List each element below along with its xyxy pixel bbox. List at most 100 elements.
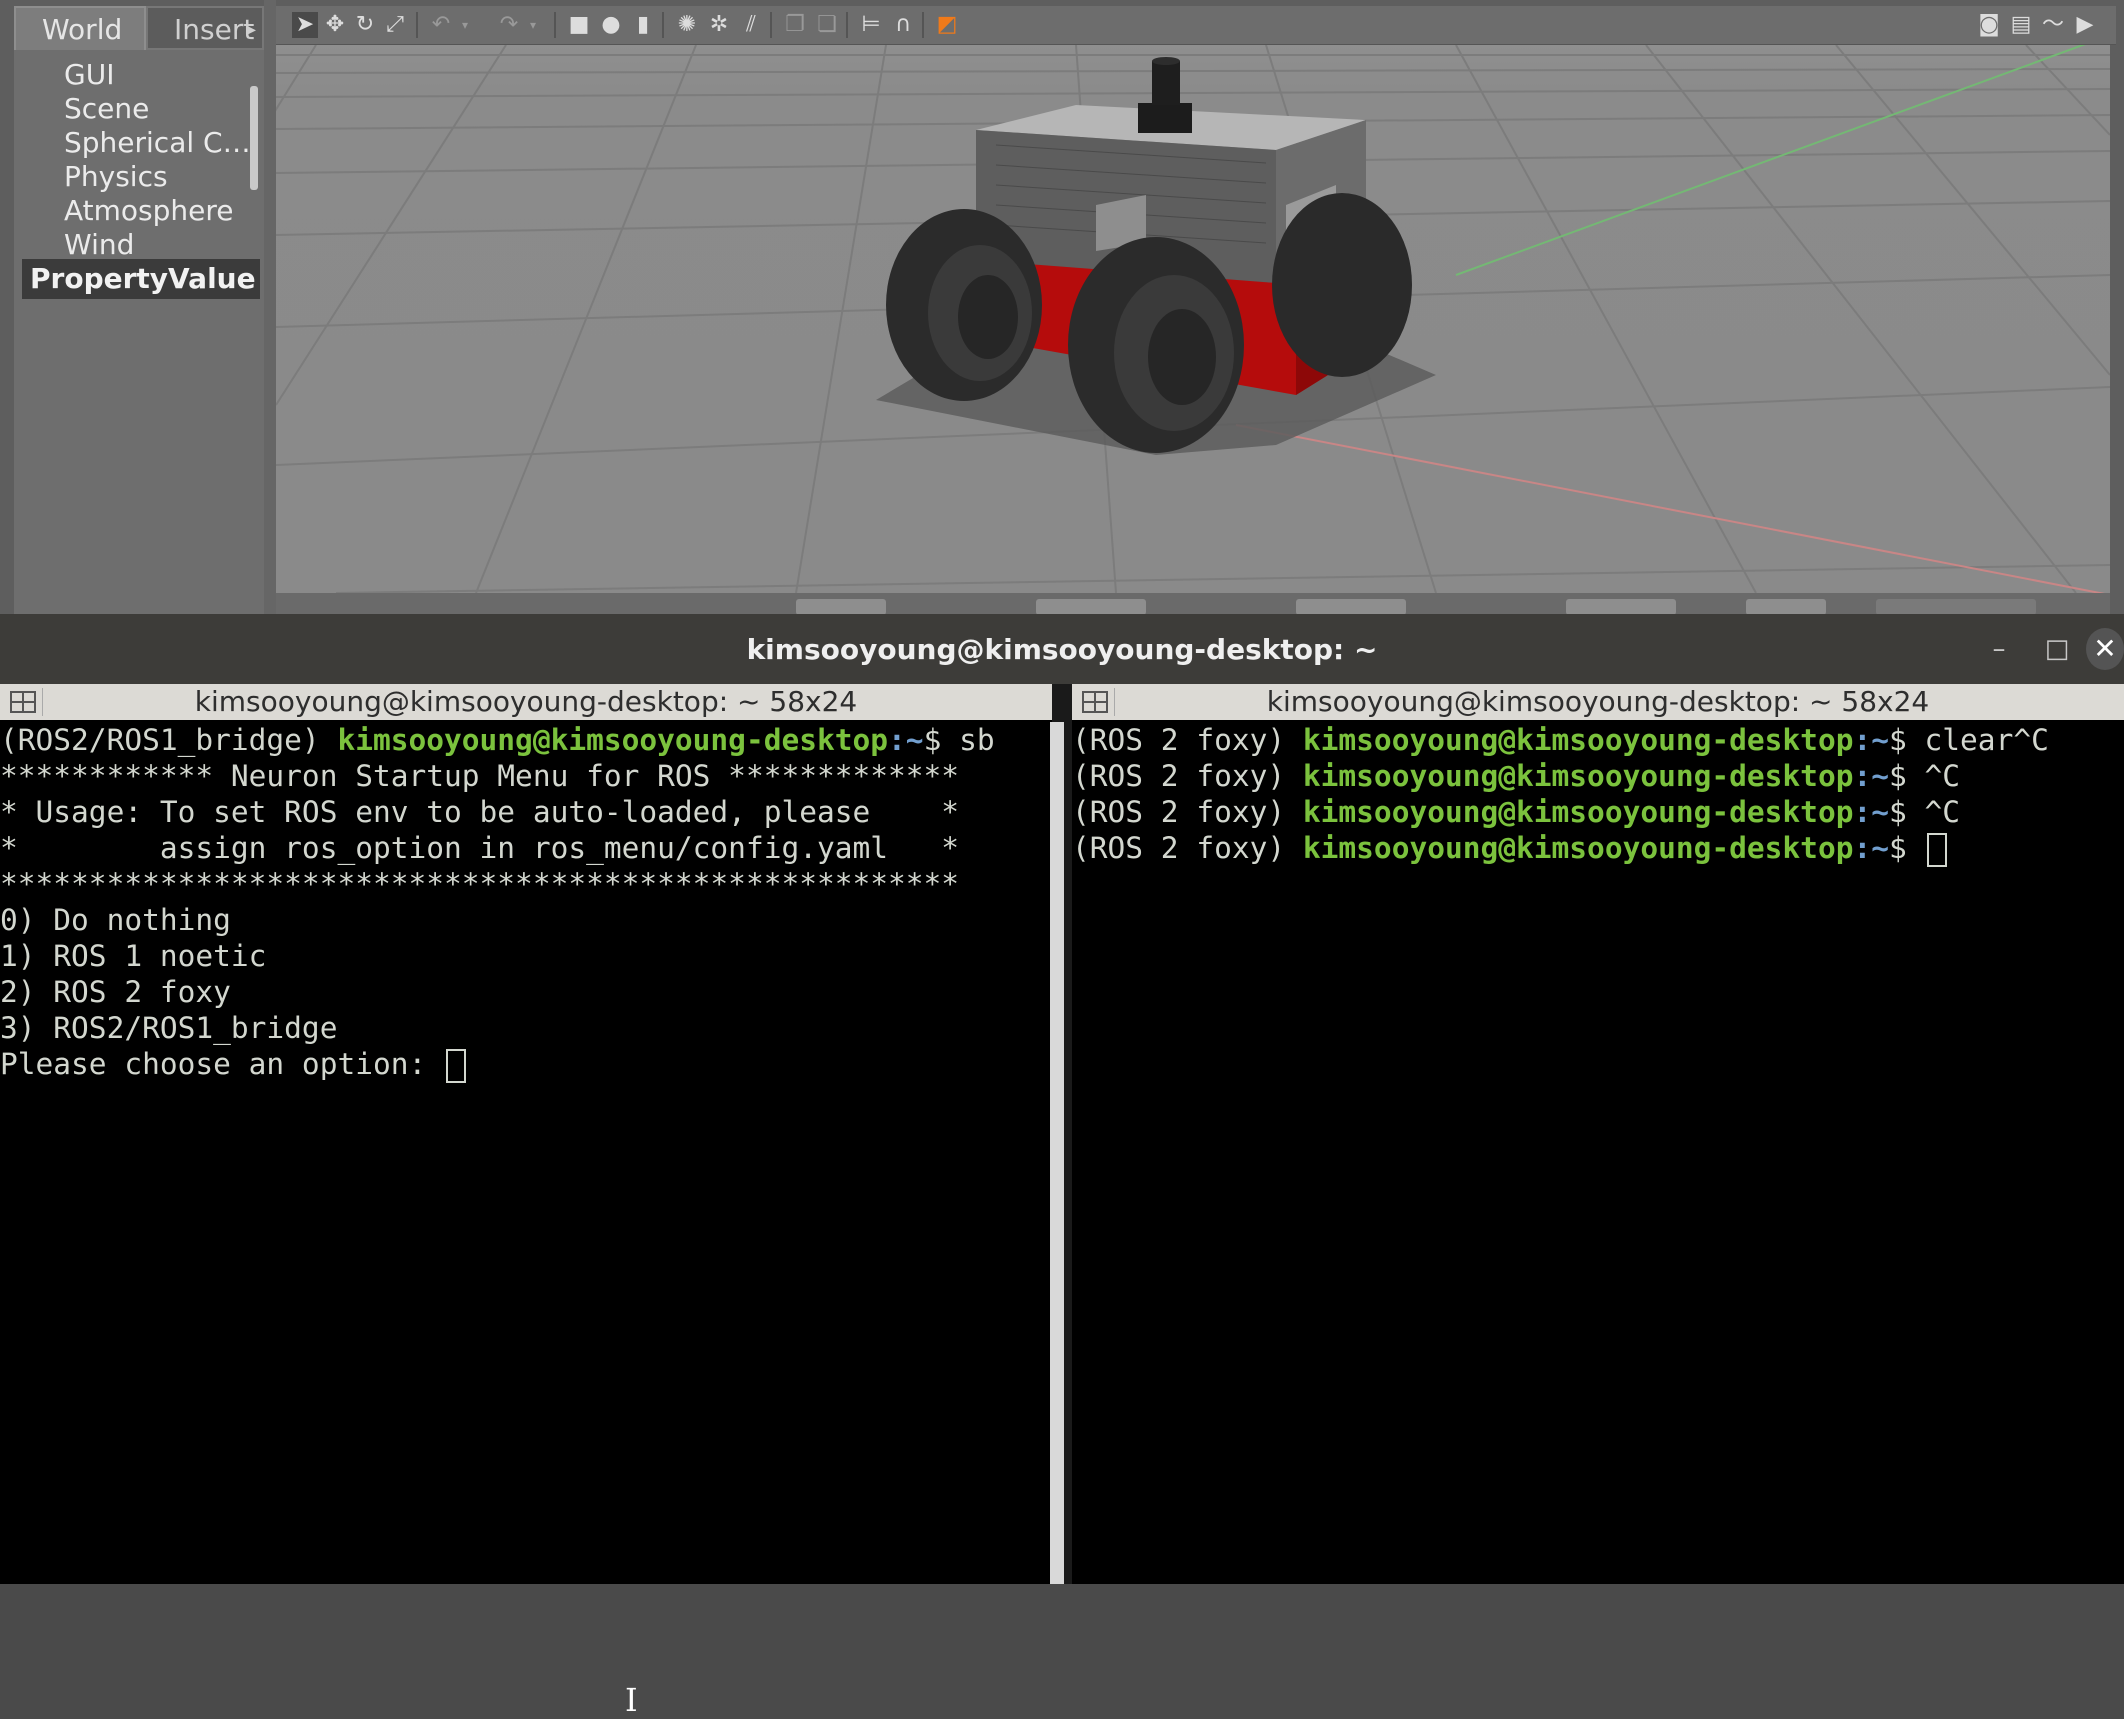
world-item-physics[interactable]: Physics bbox=[14, 160, 254, 194]
menu-line: ************ Neuron Startup Menu for ROS… bbox=[0, 759, 960, 793]
minimize-icon[interactable]: – bbox=[1978, 628, 2020, 670]
prompt-user: kimsooyoung@kimsooyoung-desktop bbox=[1302, 759, 1854, 793]
prompt-line: (ROS 2 foxy) kimsooyoung@kimsooyoung-des… bbox=[1072, 722, 2124, 758]
scene-render bbox=[276, 45, 2110, 593]
tab-insert[interactable]: Insert ▸ bbox=[146, 6, 264, 50]
pane-header-left[interactable]: kimsooyoung@kimsooyoung-desktop: ~ 58x24 bbox=[0, 684, 1052, 720]
time-field bbox=[1036, 599, 1146, 614]
scale-icon[interactable]: ⤢ bbox=[382, 12, 408, 38]
rotate-icon[interactable]: ↻ bbox=[352, 12, 378, 38]
ibeam-cursor-icon: I bbox=[625, 1681, 638, 1719]
world-panel: World Insert ▸ GUI Scene Spherical C… Phy… bbox=[14, 6, 264, 614]
cylinder-icon[interactable]: ▮ bbox=[630, 12, 656, 38]
property-panel bbox=[14, 306, 264, 614]
pane-menu-icon[interactable] bbox=[4, 688, 43, 716]
prompt-path: :~ bbox=[1853, 759, 1889, 793]
redo-icon[interactable]: ↷ bbox=[496, 12, 522, 38]
3d-viewport[interactable] bbox=[276, 45, 2110, 593]
paste-icon[interactable]: ❏ bbox=[814, 12, 840, 38]
prompt-line: (ROS 2 foxy) kimsooyoung@kimsooyoung-des… bbox=[1072, 794, 2124, 830]
prompt-env: (ROS2/ROS1_bridge) bbox=[0, 723, 338, 757]
plot-icon[interactable]: 〜 bbox=[2040, 12, 2066, 38]
tab-scroll-right-icon[interactable]: ▸ bbox=[247, 8, 256, 52]
directional-light-icon[interactable]: ⫽ bbox=[738, 12, 764, 38]
video-icon[interactable]: ▶ bbox=[2072, 12, 2098, 38]
prompt-path: :~ bbox=[1853, 795, 1889, 829]
terminal-output-left[interactable]: (ROS2/ROS1_bridge) kimsooyoung@kimsooyou… bbox=[0, 722, 1052, 1584]
input-line[interactable]: (ROS 2 foxy) kimsooyoung@kimsooyoung-des… bbox=[1072, 830, 2124, 867]
input-line[interactable]: Please choose an option: bbox=[0, 1046, 1052, 1083]
world-tree: GUI Scene Spherical C… Physics Atmospher… bbox=[14, 58, 254, 258]
prompt-env: (ROS 2 foxy) bbox=[1072, 759, 1303, 793]
prompt-user: kimsooyoung@kimsooyoung-desktop bbox=[1302, 795, 1854, 829]
prompt-path: :~ bbox=[888, 723, 924, 757]
input-prompt: Please choose an option: bbox=[0, 1047, 445, 1081]
terminal-titlebar[interactable]: kimsooyoung@kimsooyoung-desktop: ~ – □ ✕ bbox=[0, 614, 2124, 684]
spot-light-icon[interactable]: ✲ bbox=[706, 12, 732, 38]
reset-time-button[interactable] bbox=[1876, 599, 2036, 614]
prompt-env: (ROS 2 foxy) bbox=[1072, 723, 1303, 757]
select-arrow-icon[interactable]: ➤ bbox=[292, 12, 318, 38]
prompt-user: kimsooyoung@kimsooyoung-desktop bbox=[337, 723, 889, 757]
pane-header-right[interactable]: kimsooyoung@kimsooyoung-desktop: ~ 58x24 bbox=[1072, 684, 2124, 720]
toolbar-separator bbox=[416, 12, 418, 38]
menu-option: 0) Do nothing bbox=[0, 903, 231, 937]
prompt-command: $ ^C bbox=[1889, 759, 1961, 793]
world-item-spherical-coordinates[interactable]: Spherical C… bbox=[14, 126, 254, 160]
panel-tabs: World Insert ▸ bbox=[14, 6, 264, 52]
log-icon[interactable]: ▤ bbox=[2008, 12, 2034, 38]
pane-header-title: kimsooyoung@kimsooyoung-desktop: ~ 58x24 bbox=[1266, 685, 1930, 718]
prompt-env: (ROS 2 foxy) bbox=[1072, 831, 1303, 865]
sphere-icon[interactable]: ● bbox=[598, 12, 624, 38]
menu-line: * Usage: To set ROS env to be auto-loade… bbox=[0, 795, 960, 829]
time-field bbox=[796, 599, 886, 614]
prompt-path: :~ bbox=[1853, 723, 1889, 757]
terminal-window: kimsooyoung@kimsooyoung-desktop: ~ – □ ✕… bbox=[0, 614, 2124, 1718]
toolbar-separator bbox=[554, 12, 556, 38]
panel-splitter[interactable] bbox=[264, 0, 276, 614]
toolbar-separator bbox=[662, 12, 664, 38]
close-icon[interactable]: ✕ bbox=[2086, 628, 2124, 670]
snap-icon[interactable]: ∩ bbox=[890, 12, 916, 38]
toolbar-separator bbox=[922, 12, 924, 38]
prompt-env: (ROS 2 foxy) bbox=[1072, 795, 1303, 829]
prompt-command: $ sb bbox=[923, 723, 995, 757]
tab-world[interactable]: World bbox=[14, 6, 146, 50]
world-tree-scrollbar[interactable] bbox=[250, 86, 258, 190]
prompt-command: $ ^C bbox=[1889, 795, 1961, 829]
terminal-pane-left[interactable]: kimsooyoung@kimsooyoung-desktop: ~ 58x24… bbox=[0, 684, 1052, 1584]
left-pane-scrollbar[interactable] bbox=[1050, 722, 1064, 1584]
terminal-pane-right[interactable]: kimsooyoung@kimsooyoung-desktop: ~ 58x24… bbox=[1072, 684, 2124, 1584]
property-value-header: PropertyValue bbox=[22, 259, 260, 299]
world-item-wind[interactable]: Wind bbox=[14, 228, 254, 258]
tab-insert-label: Insert bbox=[174, 13, 255, 46]
time-field bbox=[1296, 599, 1406, 614]
time-field bbox=[1566, 599, 1676, 614]
prompt-command: $ clear^C bbox=[1889, 723, 2049, 757]
undo-icon[interactable]: ↶ bbox=[428, 12, 454, 38]
maximize-icon[interactable]: □ bbox=[2036, 628, 2078, 670]
point-light-icon[interactable]: ✺ bbox=[674, 12, 700, 38]
view-angle-icon[interactable]: ◩ bbox=[934, 12, 960, 38]
screenshot-icon[interactable]: ◙ bbox=[1976, 12, 2002, 38]
prompt-user: kimsooyoung@kimsooyoung-desktop bbox=[1302, 723, 1854, 757]
box-icon[interactable]: ■ bbox=[566, 12, 592, 38]
undo-dropdown-icon[interactable]: ▾ bbox=[452, 12, 478, 38]
world-item-gui[interactable]: GUI bbox=[14, 58, 254, 92]
text-cursor bbox=[446, 1048, 467, 1083]
y-axis-line bbox=[1455, 45, 2086, 276]
terminal-output-right[interactable]: (ROS 2 foxy) kimsooyoung@kimsooyoung-des… bbox=[1072, 722, 2124, 1584]
align-icon[interactable]: ⊨ bbox=[858, 12, 884, 38]
translate-icon[interactable]: ✥ bbox=[322, 12, 348, 38]
pane-header-title: kimsooyoung@kimsooyoung-desktop: ~ 58x24 bbox=[194, 685, 858, 718]
menu-line: * assign ros_option in ros_menu/config.y… bbox=[0, 831, 960, 865]
time-field bbox=[1746, 599, 1826, 614]
world-item-atmosphere[interactable]: Atmosphere bbox=[14, 194, 254, 228]
gazebo-toolbar: ➤ ✥ ↻ ⤢ ↶ ▾ ↷ ▾ ■ ● ▮ ✺ ✲ ⫽ ❐ ❏ ⊨ ∩ ◩ ◙ … bbox=[276, 6, 2116, 45]
world-item-scene[interactable]: Scene bbox=[14, 92, 254, 126]
menu-line: ****************************************… bbox=[0, 867, 960, 901]
pane-menu-icon[interactable] bbox=[1076, 688, 1115, 716]
copy-icon[interactable]: ❐ bbox=[782, 12, 808, 38]
time-status-bar bbox=[276, 593, 2110, 614]
redo-dropdown-icon[interactable]: ▾ bbox=[520, 12, 546, 38]
